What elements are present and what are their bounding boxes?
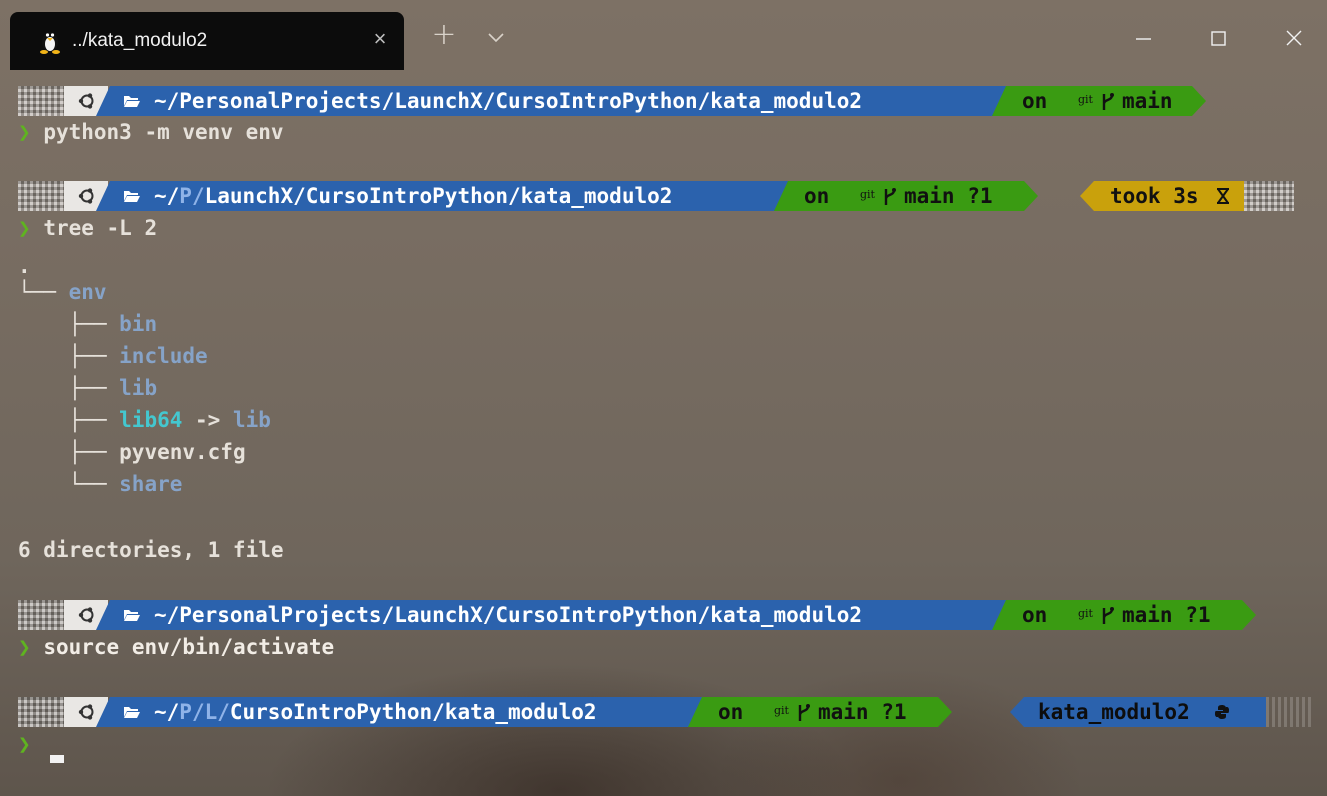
- path-text: ~/P/L/CursoIntroPython/kata_modulo2: [154, 700, 597, 724]
- git-branch-icon: [1100, 606, 1116, 626]
- git-segment: on git main ?1: [992, 600, 1256, 630]
- git-segment: on git main: [992, 86, 1206, 116]
- git-label: git: [774, 704, 789, 717]
- prompt-line-2: ~/P/LaunchX/CursoIntroPython/kata_modulo…: [18, 181, 1308, 211]
- folder-open-icon: [124, 706, 140, 718]
- git-segment: on git main ?1: [688, 697, 952, 727]
- git-branch: main: [1122, 89, 1173, 113]
- tree-summary: 6 directories, 1 file: [18, 538, 284, 562]
- git-label: git: [860, 188, 875, 201]
- tree-line-include: ├── include: [18, 344, 208, 368]
- ubuntu-icon: [78, 704, 94, 720]
- tree-line-lib: ├── lib: [18, 376, 158, 400]
- prompt-decoration-right: [1244, 181, 1294, 211]
- tree-line-pyvenv: ├── pyvenv.cfg: [18, 440, 246, 464]
- git-segment: on git main ?1: [774, 181, 1038, 211]
- prompt-arrow: ❯: [18, 120, 31, 144]
- command-text: python3 -m venv env: [43, 120, 284, 144]
- prompt-arrow: ❯: [18, 732, 31, 756]
- terminal-body[interactable]: ~/PersonalProjects/LaunchX/CursoIntroPyt…: [0, 70, 1327, 796]
- git-branch: main ?1: [904, 184, 993, 208]
- prompt-arrow: ❯: [18, 216, 31, 240]
- git-branch: main ?1: [818, 700, 907, 724]
- prompt-decoration: [18, 86, 64, 116]
- ubuntu-icon: [78, 607, 94, 623]
- git-on-label: on: [1022, 89, 1048, 113]
- chevron-down-icon[interactable]: [484, 26, 508, 48]
- git-branch-icon: [882, 187, 898, 207]
- git-on-label: on: [1022, 603, 1048, 627]
- tree-env-line: └── env: [18, 280, 107, 304]
- python-icon: [1215, 705, 1229, 719]
- tab-active[interactable]: ../kata_modulo2 ×: [10, 12, 404, 70]
- tab-close-button[interactable]: ×: [366, 25, 394, 53]
- command-text: tree -L 2: [43, 216, 158, 240]
- git-label: git: [1078, 607, 1093, 620]
- new-tab-button[interactable]: +: [428, 20, 460, 52]
- title-bar: ../kata_modulo2 × +: [0, 0, 1327, 70]
- folder-open-icon: [124, 95, 140, 107]
- terminal-window: ../kata_modulo2 × + ~/PersonalProjects/L…: [0, 0, 1327, 796]
- maximize-button[interactable]: [1198, 20, 1238, 56]
- tab-title: ../kata_modulo2: [72, 30, 208, 51]
- minimize-button[interactable]: [1124, 20, 1164, 56]
- path-segment: ~/PersonalProjects/LaunchX/CursoIntroPyt…: [96, 86, 1016, 116]
- took-segment: took 3s: [1080, 181, 1244, 211]
- hourglass-icon: [1217, 188, 1229, 204]
- command-line-2: ❯ tree -L 2: [18, 212, 157, 244]
- folder-open-icon: [124, 190, 140, 202]
- tree-line-bin: ├── bin: [18, 312, 158, 336]
- git-on-label: on: [804, 184, 830, 208]
- folder-open-icon: [124, 609, 140, 621]
- prompt-line-3: ~/PersonalProjects/LaunchX/CursoIntroPyt…: [18, 600, 1258, 630]
- prompt-line-4: ~/P/L/CursoIntroPython/kata_modulo2 on g…: [18, 697, 1312, 727]
- text-cursor: [50, 755, 64, 763]
- prompt-line-1: ~/PersonalProjects/LaunchX/CursoIntroPyt…: [18, 86, 1218, 116]
- git-branch-icon: [1100, 92, 1116, 112]
- tree-line-share: └── share: [18, 472, 183, 496]
- git-branch: main ?1: [1122, 603, 1211, 627]
- prompt-decoration-right: [1266, 697, 1312, 727]
- command-line-4[interactable]: ❯: [18, 728, 43, 760]
- path-segment: ~/PersonalProjects/LaunchX/CursoIntroPyt…: [96, 600, 1016, 630]
- prompt-decoration: [18, 697, 64, 727]
- tree-line-lib64: ├── lib64 -> lib: [18, 408, 271, 432]
- venv-segment: kata_modulo2: [1010, 697, 1266, 727]
- prompt-decoration: [18, 600, 64, 630]
- path-segment: ~/P/LaunchX/CursoIntroPython/kata_modulo…: [96, 181, 798, 211]
- prompt-decoration: [18, 181, 64, 211]
- git-on-label: on: [718, 700, 744, 724]
- venv-name: kata_modulo2: [1038, 700, 1190, 724]
- ubuntu-icon: [78, 188, 94, 204]
- git-label: git: [1078, 93, 1093, 106]
- git-branch-icon: [796, 703, 812, 723]
- path-text: ~/PersonalProjects/LaunchX/CursoIntroPyt…: [154, 89, 863, 113]
- took-text: took 3s: [1110, 184, 1199, 208]
- path-text: ~/PersonalProjects/LaunchX/CursoIntroPyt…: [154, 603, 863, 627]
- prompt-arrow: ❯: [18, 635, 31, 659]
- tree-env: env: [68, 280, 107, 304]
- command-text: source env/bin/activate: [43, 635, 335, 659]
- command-line-3: ❯ source env/bin/activate: [18, 631, 334, 663]
- close-button[interactable]: [1274, 20, 1314, 56]
- command-line-1: ❯ python3 -m venv env: [18, 116, 284, 148]
- path-segment: ~/P/L/CursoIntroPython/kata_modulo2: [96, 697, 714, 727]
- ubuntu-icon: [78, 93, 94, 109]
- path-text: ~/P/LaunchX/CursoIntroPython/kata_modulo…: [154, 184, 673, 208]
- linux-tux-icon: [40, 32, 60, 54]
